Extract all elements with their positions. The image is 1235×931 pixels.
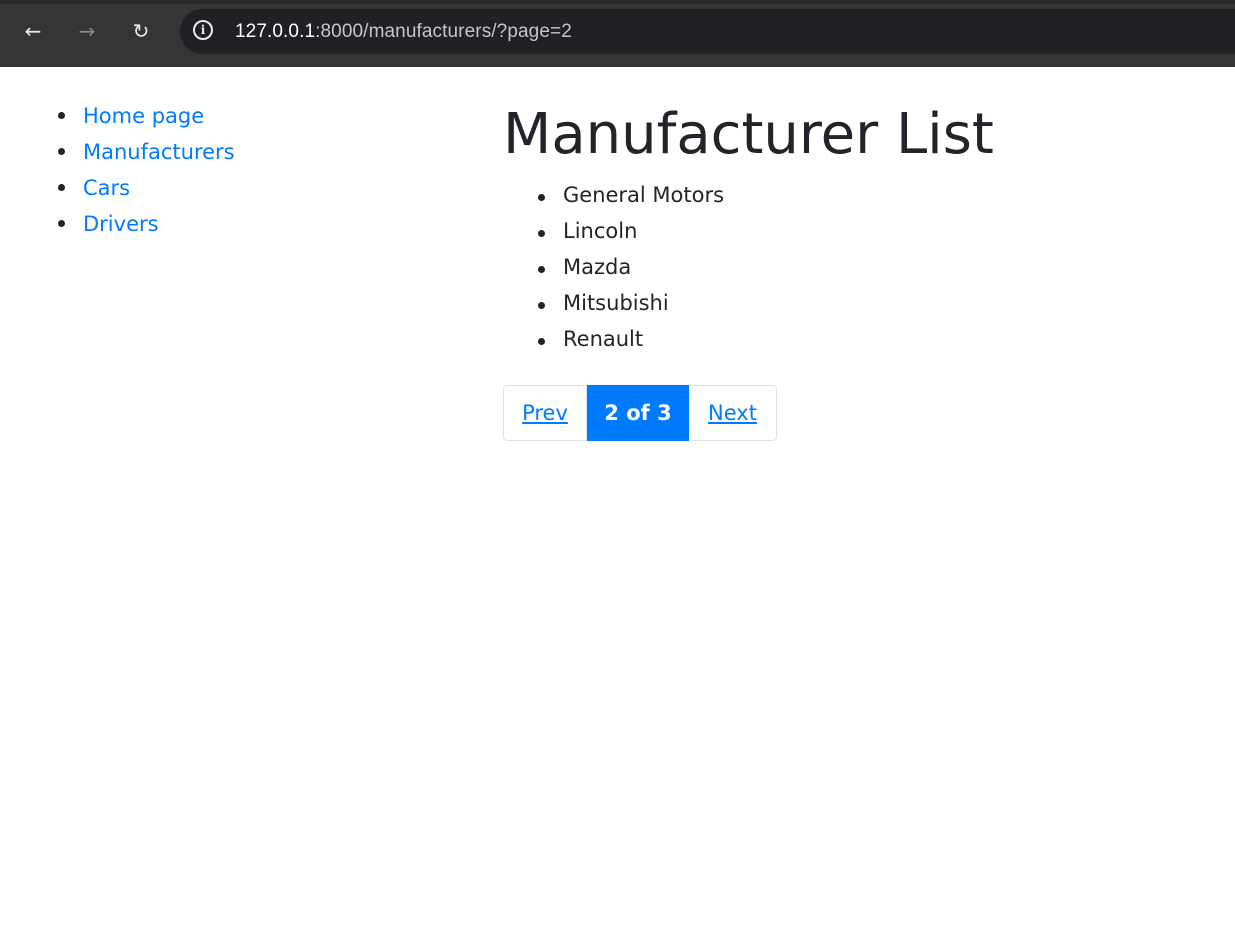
sidebar-nav: Home page Manufacturers Cars Drivers [0,95,480,239]
url-host: 127.0.0.1 [235,21,316,42]
sidebar-item-cars: Cars [58,167,480,203]
manufacturers-link[interactable]: Manufacturers [83,140,235,164]
page-body: Home page Manufacturers Cars Drivers Man… [0,67,1235,931]
home-page-link[interactable]: Home page [83,104,204,128]
back-arrow-icon[interactable]: ← [19,17,47,45]
forward-arrow-icon[interactable]: → [73,17,101,45]
url-text[interactable]: 127.0.0.1:8000/manufacturers/?page=2 [235,21,572,43]
prev-page-button[interactable]: Prev [503,385,587,441]
manufacturer-item: General Motors [538,177,1203,213]
sidebar-item-home: Home page [58,95,480,131]
url-path: :8000/manufacturers/?page=2 [315,21,572,42]
reload-icon[interactable]: ↻ [127,17,155,45]
manufacturer-list: General Motors Lincoln Mazda Mitsubishi … [503,177,1203,357]
manufacturer-item: Mazda [538,249,1203,285]
tab-strip-edge [0,0,1235,4]
info-icon[interactable]: i [193,20,213,40]
cars-link[interactable]: Cars [83,176,130,200]
pagination: Prev 2 of 3 Next [503,385,777,441]
sidebar-list: Home page Manufacturers Cars Drivers [0,95,480,239]
manufacturer-item: Mitsubishi [538,285,1203,321]
current-page-indicator: 2 of 3 [587,385,689,441]
sidebar-item-drivers: Drivers [58,203,480,239]
browser-toolbar: ← → ↻ i 127.0.0.1:8000/manufacturers/?pa… [0,0,1235,67]
next-page-button[interactable]: Next [689,385,777,441]
drivers-link[interactable]: Drivers [83,212,159,236]
manufacturer-item: Renault [538,321,1203,357]
page-title: Manufacturer List [503,102,994,167]
main-content: Manufacturer List General Motors Lincoln… [503,97,1203,441]
address-bar[interactable]: i 127.0.0.1:8000/manufacturers/?page=2 [180,9,1235,54]
manufacturer-item: Lincoln [538,213,1203,249]
sidebar-item-manufacturers: Manufacturers [58,131,480,167]
